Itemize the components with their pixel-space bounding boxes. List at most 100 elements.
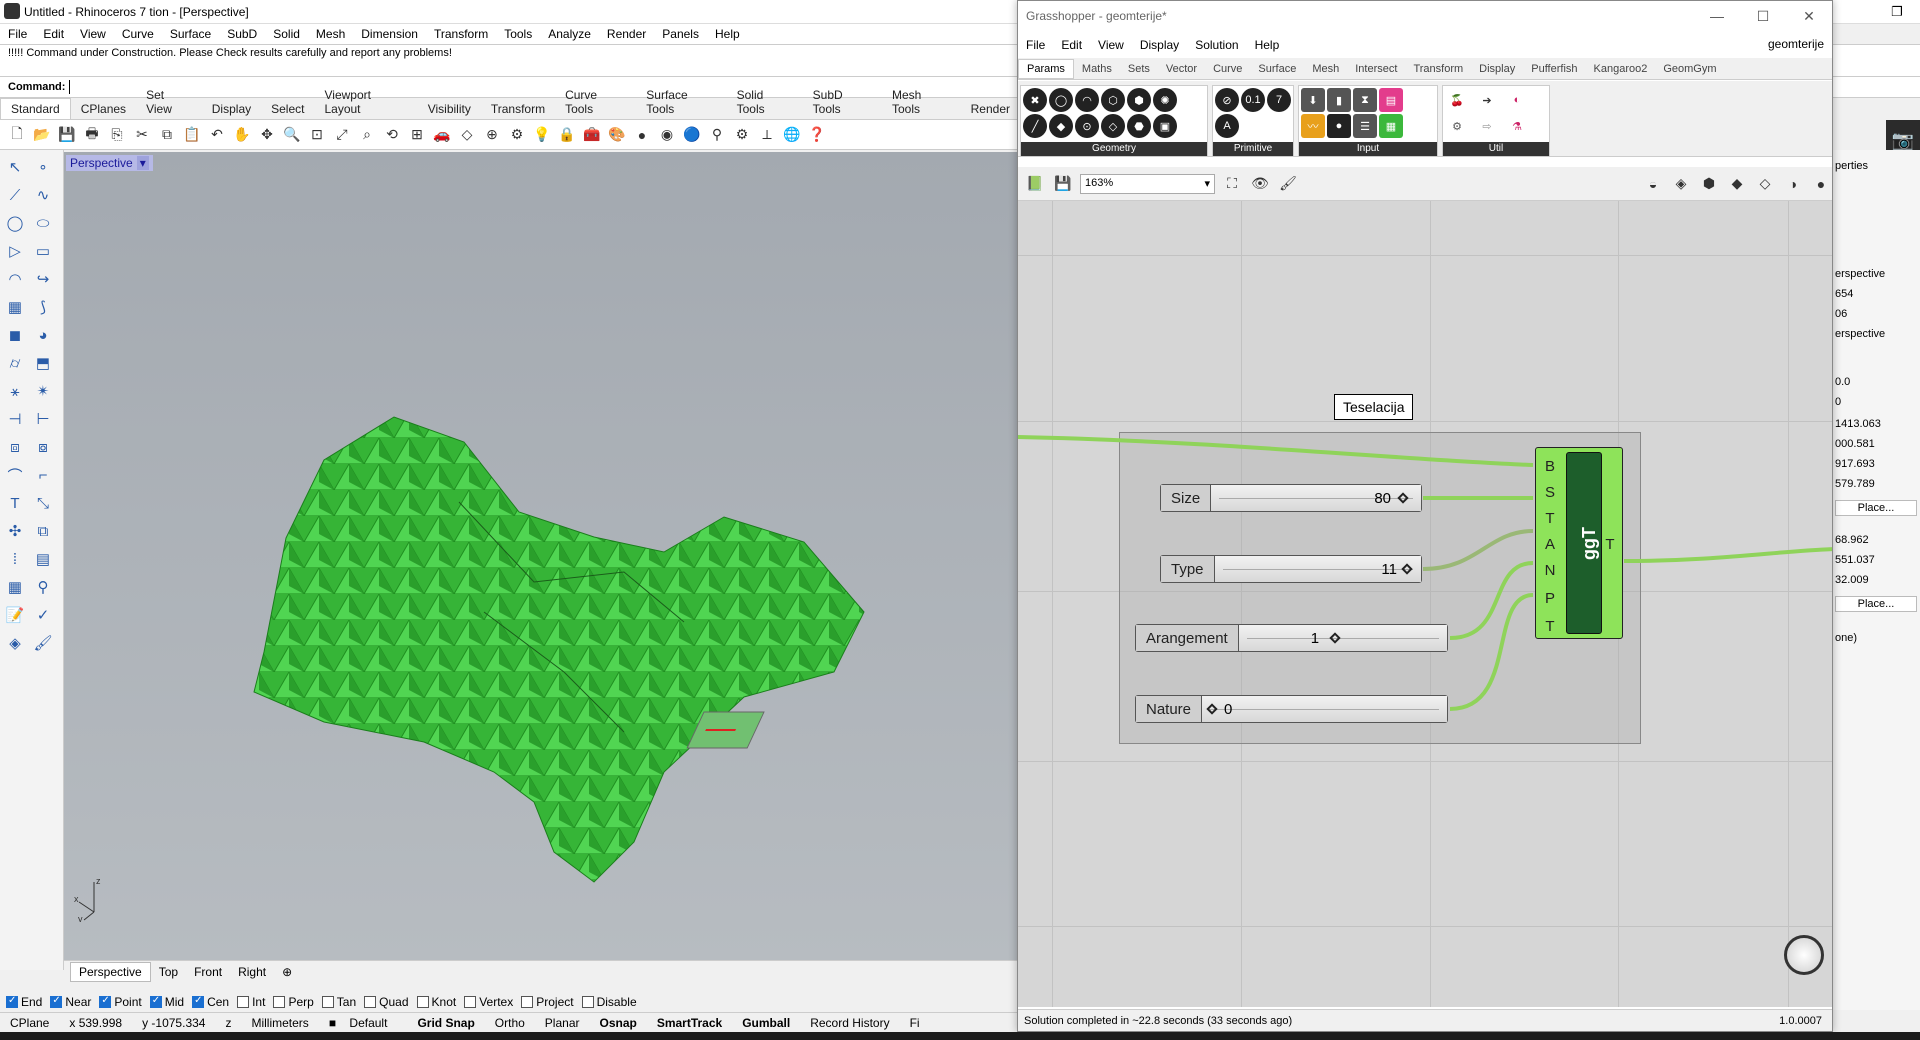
notes-icon[interactable]: 📝 [2, 602, 28, 628]
arc-icon[interactable]: ◠ [2, 266, 28, 292]
status-filter[interactable]: Fi [900, 1016, 930, 1030]
copy-icon[interactable]: ⧉ [156, 124, 178, 146]
viewport-menu-arrow-icon[interactable]: ▾ [136, 156, 149, 170]
curve-icon[interactable]: ∿ [30, 182, 56, 208]
explode-icon[interactable]: ✴ [30, 378, 56, 404]
tab-display[interactable]: Display [202, 99, 261, 119]
restore-icon[interactable]: ❐ [1874, 0, 1920, 24]
lock-icon[interactable]: 🔒 [556, 124, 578, 146]
gh-tab-transform[interactable]: Transform [1405, 63, 1471, 75]
arc-param-icon[interactable]: ◠ [1075, 88, 1099, 112]
group-icon[interactable]: ⧈ [2, 434, 28, 460]
gh-tab-curve[interactable]: Curve [1205, 63, 1250, 75]
place-target-button[interactable]: Place... [1835, 596, 1917, 612]
menu-transform[interactable]: Transform [426, 27, 496, 41]
plane-param-icon[interactable]: ◆ [1049, 114, 1073, 138]
extrude-icon[interactable]: ⬒ [30, 350, 56, 376]
zoom-icon[interactable]: 🔍 [281, 124, 303, 146]
filter-icon[interactable]: ⚲ [706, 124, 728, 146]
gh-menu-view[interactable]: View [1090, 38, 1132, 52]
gh-tab-maths[interactable]: Maths [1074, 63, 1120, 75]
mesh-param-icon[interactable]: ✺ [1153, 88, 1177, 112]
cut-icon[interactable]: ✂ [131, 124, 153, 146]
input-port-t[interactable]: T [1542, 510, 1558, 527]
gh-menu-file[interactable]: File [1018, 38, 1053, 52]
rendered-sphere-icon[interactable]: ◉ [656, 124, 678, 146]
trim-icon[interactable]: ⊣ [2, 406, 28, 432]
osnap-mid[interactable]: Mid [149, 995, 184, 1009]
status-gumball[interactable]: Gumball [732, 1016, 800, 1030]
status-record-history[interactable]: Record History [800, 1016, 899, 1030]
subd-param-icon[interactable]: ⬣ [1127, 114, 1151, 138]
place-camera-button[interactable]: Place... [1835, 500, 1917, 516]
vp-tab-front[interactable]: Front [186, 963, 230, 981]
preview-off-icon[interactable]: ◒ [1642, 173, 1664, 195]
print-icon[interactable]: 🖶 [81, 124, 103, 146]
select-arrow-icon[interactable]: ↖ [2, 154, 28, 180]
point-icon[interactable]: ∘ [30, 154, 56, 180]
status-osnap[interactable]: Osnap [589, 1016, 646, 1030]
check-icon[interactable]: ✓ [30, 602, 56, 628]
checkbox-icon[interactable] [50, 995, 63, 1008]
slider-grip-icon[interactable] [1329, 632, 1341, 644]
text-icon[interactable]: T [2, 490, 28, 516]
copy-object-icon[interactable]: ⧉ [30, 518, 56, 544]
cylinder-icon[interactable]: ⌭ [2, 350, 28, 376]
checkbox-icon[interactable] [149, 995, 162, 1008]
tab-standard[interactable]: Standard [0, 98, 71, 119]
gh-tab-geomgym[interactable]: GeomGym [1655, 63, 1724, 75]
list-input-icon[interactable]: ☰ [1353, 114, 1377, 138]
checkbox-icon[interactable] [464, 996, 477, 1008]
output-port-t[interactable]: T [1602, 536, 1618, 553]
undo-icon[interactable]: ↶ [206, 124, 228, 146]
tab-mesh-tools[interactable]: Mesh Tools [882, 85, 961, 119]
tab-solid-tools[interactable]: Solid Tools [727, 85, 803, 119]
gh-menu-help[interactable]: Help [1247, 38, 1288, 52]
brep-param-icon[interactable]: ⬢ [1127, 88, 1151, 112]
sketch-pen-icon[interactable]: 🖌 [1277, 173, 1299, 195]
slider-grip-icon[interactable] [1397, 492, 1409, 504]
tab-transform[interactable]: Transform [481, 99, 555, 119]
checkbox-icon[interactable] [6, 995, 18, 1008]
move-icon[interactable]: ✣ [2, 518, 28, 544]
preview-mesh-icon[interactable]: ◆ [1726, 173, 1748, 195]
color-preview-icon[interactable]: ◑ [1782, 173, 1804, 195]
status-smarttrack[interactable]: SmartTrack [647, 1016, 732, 1030]
osnap-vertex[interactable]: Vertex [464, 995, 513, 1009]
preview-surface-icon[interactable]: ◇ [1754, 173, 1776, 195]
slider-track[interactable]: 11 [1214, 556, 1421, 582]
osnap-end[interactable]: End [6, 995, 42, 1009]
close-icon[interactable]: ✕ [1786, 1, 1832, 31]
slider-grip-icon[interactable] [1206, 703, 1218, 715]
pin-icon[interactable]: ⚲ [30, 574, 56, 600]
menu-render[interactable]: Render [599, 27, 654, 41]
light-icon[interactable]: 💡 [531, 124, 553, 146]
dimension-icon[interactable]: ⟂ [756, 124, 778, 146]
solid-analysis-icon[interactable]: ◈ [2, 630, 28, 656]
gradient-input-icon[interactable]: ▤ [1379, 88, 1403, 112]
group-param-icon[interactable]: ▣ [1153, 114, 1177, 138]
osnap-disable[interactable]: Disable [581, 995, 637, 1009]
menu-tools[interactable]: Tools [496, 27, 540, 41]
integer-param-icon[interactable]: 7 [1267, 88, 1291, 112]
grid-array-icon[interactable]: ▦ [2, 574, 28, 600]
tab-set-view[interactable]: Set View [136, 85, 202, 119]
box-param-icon[interactable]: ⬡ [1101, 88, 1125, 112]
arrow-outline-icon[interactable]: ⇨ [1475, 114, 1499, 138]
fillet-icon[interactable]: ⌒ [2, 462, 28, 488]
freeform-icon[interactable]: ↪ [30, 266, 56, 292]
osnap-icon[interactable]: ⊕ [481, 124, 503, 146]
open-folder-icon[interactable]: 📂 [31, 124, 53, 146]
surface-param-icon[interactable]: ◇ [1101, 114, 1125, 138]
input-port-s[interactable]: S [1542, 484, 1558, 501]
wireframe-preview-icon[interactable]: ◈ [1670, 173, 1692, 195]
graph-input-icon[interactable]: 〰 [1301, 114, 1325, 138]
shaded-sphere-icon[interactable]: ● [631, 124, 653, 146]
boolean-param-icon[interactable]: ⊘ [1215, 88, 1239, 112]
gh-tab-pufferfish[interactable]: Pufferfish [1523, 63, 1585, 75]
circle-param-icon[interactable]: ◯ [1049, 88, 1073, 112]
rotate-view-icon[interactable]: ✥ [256, 124, 278, 146]
checkbox-icon[interactable] [364, 996, 377, 1008]
text-param-icon[interactable]: A [1215, 114, 1239, 138]
gh-tab-vector[interactable]: Vector [1158, 63, 1205, 75]
